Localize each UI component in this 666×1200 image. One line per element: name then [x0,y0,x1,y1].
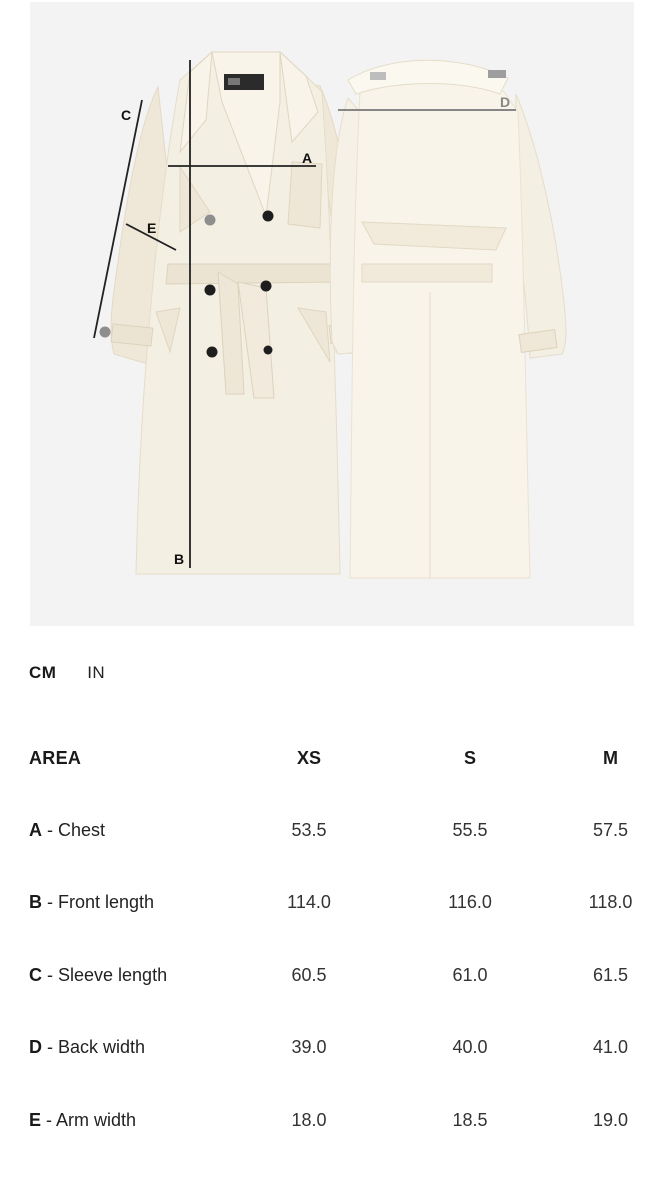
area-cell: D - Back width [0,1012,239,1085]
area-cell: C - Sleeve length [0,939,239,1012]
measure-label-e: E [147,220,156,236]
area-cell: B - Front length [0,867,239,940]
value-s: 116.0 [448,892,492,913]
table-row: A - Chest 53.5 55.5 57.5 [0,794,666,867]
measure-label-d: D [500,94,510,110]
table-row: C - Sleeve length 60.5 61.0 61.5 [0,939,666,1012]
area-separator: - [41,1109,57,1130]
unit-toggle: CM IN [29,663,105,683]
area-code: C [29,964,42,985]
unit-cm-option[interactable]: CM [29,663,56,683]
area-cell: E - Arm width [0,1084,239,1157]
area-separator: - [42,964,58,985]
area-code: A [29,819,42,840]
size-table: AREA XS S M A - Chest 53.5 55.5 57.5 B -… [0,722,666,1157]
value-m: 61.5 [592,964,629,985]
measure-label-b: B [174,551,184,567]
area-name: Back width [58,1037,146,1058]
header-area: AREA [29,747,82,768]
area-name: Front length [58,892,155,913]
area-name: Sleeve length [58,964,168,985]
table-row: D - Back width 39.0 40.0 41.0 [0,1012,666,1085]
area-name: Chest [58,819,106,840]
area-code: B [29,892,42,913]
value-xs: 18.0 [291,1109,327,1130]
area-separator: - [42,819,58,840]
header-size-s: S [463,747,476,768]
value-s: 18.5 [452,1109,488,1130]
header-size-m: M [603,747,618,768]
area-separator: - [42,892,58,913]
value-xs: 60.5 [291,964,327,985]
area-code: D [29,1037,42,1058]
value-xs: 39.0 [291,1037,327,1058]
value-m: 118.0 [588,892,633,913]
table-row: B - Front length 114.0 116.0 118.0 [0,867,666,940]
table-row: E - Arm width 18.0 18.5 19.0 [0,1084,666,1157]
value-xs: 53.5 [291,819,327,840]
value-m: 19.0 [592,1109,629,1130]
area-cell: A - Chest [0,794,239,867]
value-m: 41.0 [592,1037,629,1058]
area-code: E [29,1109,42,1130]
value-m: 57.5 [592,819,629,840]
header-size-xs: XS [296,747,321,768]
value-s: 55.5 [452,819,488,840]
measure-label-c: C [121,107,131,123]
coat-back [329,59,567,579]
value-s: 61.0 [452,964,488,985]
area-separator: - [42,1037,58,1058]
coat-diagram: A B C D E [93,50,567,579]
product-measurement-image: A B C D E [30,2,634,626]
measure-label-a: A [302,150,312,166]
unit-in-option[interactable]: IN [87,663,105,683]
value-s: 40.0 [452,1037,488,1058]
table-header-row: AREA XS S M [0,722,666,794]
area-name: Arm width [56,1109,137,1130]
value-xs: 114.0 [287,892,331,913]
